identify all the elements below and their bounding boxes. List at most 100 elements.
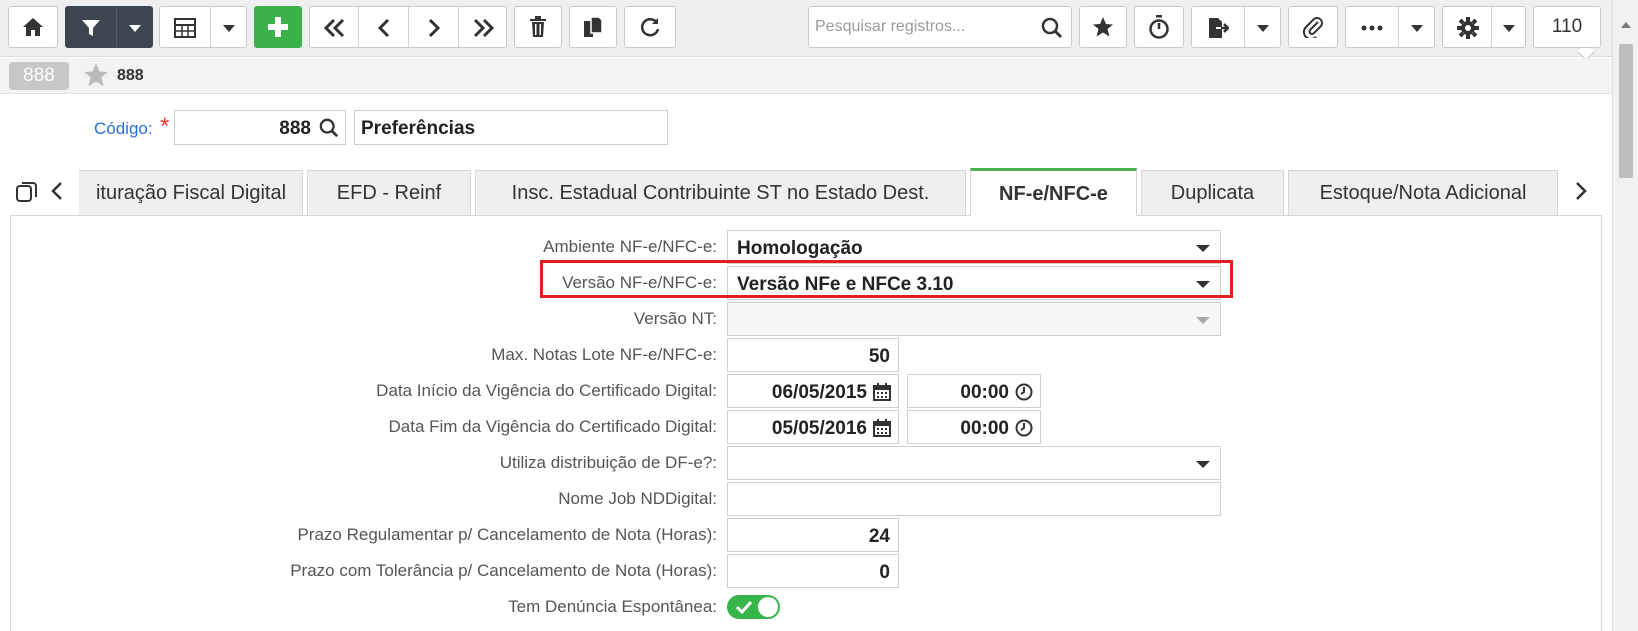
ambiente-row: Ambiente NF-e/NFC-e: Homologação (11, 229, 1603, 265)
data-fim-time-value: 00:00 (960, 418, 1009, 439)
versao-value: Versão NFe e NFCe 3.10 (737, 274, 954, 295)
tabs-scroll-left-icon[interactable] (50, 181, 64, 201)
record-badge: 888 (9, 62, 69, 90)
filter-icon (82, 20, 100, 36)
chevron-down-icon[interactable] (1257, 25, 1269, 32)
denuncia-row: Tem Denúncia Espontânea: (11, 589, 1603, 625)
denuncia-toggle[interactable] (727, 595, 780, 619)
tab-label: EFD - Reinf (336, 182, 442, 204)
duplicate-button[interactable] (569, 6, 617, 48)
chevron-down-icon[interactable] (223, 25, 235, 32)
refresh-icon (640, 18, 660, 37)
max-notas-row: Max. Notas Lote NF-e/NFC-e: 50 (11, 337, 1603, 373)
calendar-icon[interactable] (873, 419, 891, 437)
ambiente-select[interactable]: Homologação (727, 230, 1221, 264)
paperclip-icon (1302, 17, 1323, 38)
max-notas-value: 50 (868, 346, 890, 367)
prazo-tol-value: 0 (879, 562, 890, 583)
settings-button[interactable] (1442, 6, 1526, 48)
favorite-star-icon[interactable] (83, 62, 109, 88)
max-notas-label: Max. Notas Lote NF-e/NFC-e: (491, 345, 717, 364)
filter-button[interactable] (65, 6, 153, 48)
tab-insc-estadual[interactable]: Insc. Estadual Contribuinte ST no Estado… (475, 170, 966, 216)
vertical-scrollbar[interactable] (1612, 0, 1638, 631)
tab-bar: ituração Fiscal Digital EFD - Reinf Insc… (0, 168, 1612, 216)
prazo-reg-field[interactable]: 24 (727, 518, 899, 552)
delete-button[interactable] (514, 6, 562, 48)
search-input[interactable] (815, 7, 1035, 47)
calendar-icon[interactable] (873, 383, 891, 401)
codigo-label: Código: (94, 119, 153, 138)
distribuicao-select[interactable] (727, 446, 1221, 480)
grid-icon (174, 18, 196, 38)
tab-estoque-nota[interactable]: Estoque/Nota Adicional (1288, 170, 1558, 216)
scrollbar-thumb[interactable] (1619, 44, 1633, 178)
chevron-down-icon[interactable] (129, 25, 141, 32)
prazo-tol-field[interactable]: 0 (727, 554, 899, 588)
data-inicio-time-field[interactable]: 00:00 (907, 374, 1041, 408)
search-icon[interactable] (1041, 17, 1063, 39)
chevron-down-icon (1196, 317, 1210, 324)
last-record-icon[interactable] (471, 18, 495, 38)
prazo-reg-label: Prazo Regulamentar p/ Cancelamento de No… (297, 525, 717, 544)
more-button[interactable] (1345, 6, 1435, 48)
chevron-down-icon[interactable] (1503, 25, 1515, 32)
nfe-form-panel: Ambiente NF-e/NFC-e: Homologação Versão … (10, 215, 1602, 631)
record-header: 888 888 (0, 58, 1612, 94)
favorite-button[interactable] (1079, 6, 1127, 48)
data-fim-date-field[interactable]: 05/05/2016 (727, 410, 899, 444)
home-icon (23, 18, 43, 36)
add-button[interactable] (254, 6, 302, 48)
navigation-group (309, 6, 507, 48)
toggle-knob (758, 597, 778, 617)
scroll-up-icon[interactable] (1621, 22, 1631, 28)
gear-icon (1457, 17, 1479, 39)
ellipsis-icon (1361, 25, 1383, 31)
prazo-reg-value: 24 (868, 526, 890, 547)
prev-record-icon[interactable] (377, 18, 391, 38)
data-fim-date-value: 05/05/2016 (771, 418, 867, 439)
codigo-value: 888 (279, 118, 311, 139)
timer-button[interactable] (1134, 6, 1184, 48)
data-inicio-label: Data Início da Vigência do Certificado D… (376, 381, 717, 400)
stopwatch-icon (1149, 15, 1169, 39)
tab-label: Insc. Estadual Contribuinte ST no Estado… (511, 182, 930, 204)
clock-icon[interactable] (1015, 419, 1033, 437)
refresh-button[interactable] (624, 6, 676, 48)
versao-nt-label: Versão NT: (633, 309, 717, 328)
versao-select[interactable]: Versão NFe e NFCe 3.10 (727, 266, 1221, 300)
description-field[interactable]: Preferências (354, 110, 668, 145)
export-button[interactable] (1191, 6, 1281, 48)
prazo-tol-label: Prazo com Tolerância p/ Cancelamento de … (290, 561, 717, 580)
next-record-icon[interactable] (427, 18, 441, 38)
tabs-scroll-right-icon[interactable] (1574, 181, 1588, 201)
data-inicio-date-value: 06/05/2015 (771, 382, 867, 403)
nome-job-field[interactable] (727, 482, 1221, 516)
chevron-down-icon (1196, 245, 1210, 252)
attach-button[interactable] (1288, 6, 1338, 48)
tab-efd-reinf[interactable]: EFD - Reinf (307, 170, 471, 216)
tab-escrituracao-fiscal[interactable]: ituração Fiscal Digital (79, 170, 303, 216)
clock-icon[interactable] (1015, 383, 1033, 401)
grid-button[interactable] (159, 6, 247, 48)
chevron-down-icon[interactable] (1411, 25, 1423, 32)
versao-label: Versão NF-e/NFC-e: (562, 273, 717, 292)
search-icon[interactable] (319, 118, 339, 138)
data-fim-time-field[interactable]: 00:00 (907, 410, 1041, 444)
codigo-field[interactable]: 888 (174, 110, 346, 145)
max-notas-field[interactable]: 50 (727, 338, 899, 372)
toolbar: 110 (0, 0, 1638, 61)
tab-label: NF-e/NFC-e (999, 182, 1108, 205)
first-record-icon[interactable] (323, 18, 347, 38)
ambiente-value: Homologação (737, 238, 863, 259)
home-button[interactable] (8, 6, 58, 48)
tab-duplicata[interactable]: Duplicata (1141, 170, 1284, 216)
tab-label: ituração Fiscal Digital (95, 182, 287, 204)
copy-tabs-icon[interactable] (16, 181, 38, 203)
tab-nfe-nfce[interactable]: NF-e/NFC-e (970, 168, 1137, 216)
ambiente-label: Ambiente NF-e/NFC-e: (543, 237, 717, 256)
data-inicio-date-field[interactable]: 06/05/2015 (727, 374, 899, 408)
versao-nt-select[interactable] (727, 302, 1221, 336)
record-title: 888 (117, 67, 144, 84)
data-inicio-time-value: 00:00 (960, 382, 1009, 403)
